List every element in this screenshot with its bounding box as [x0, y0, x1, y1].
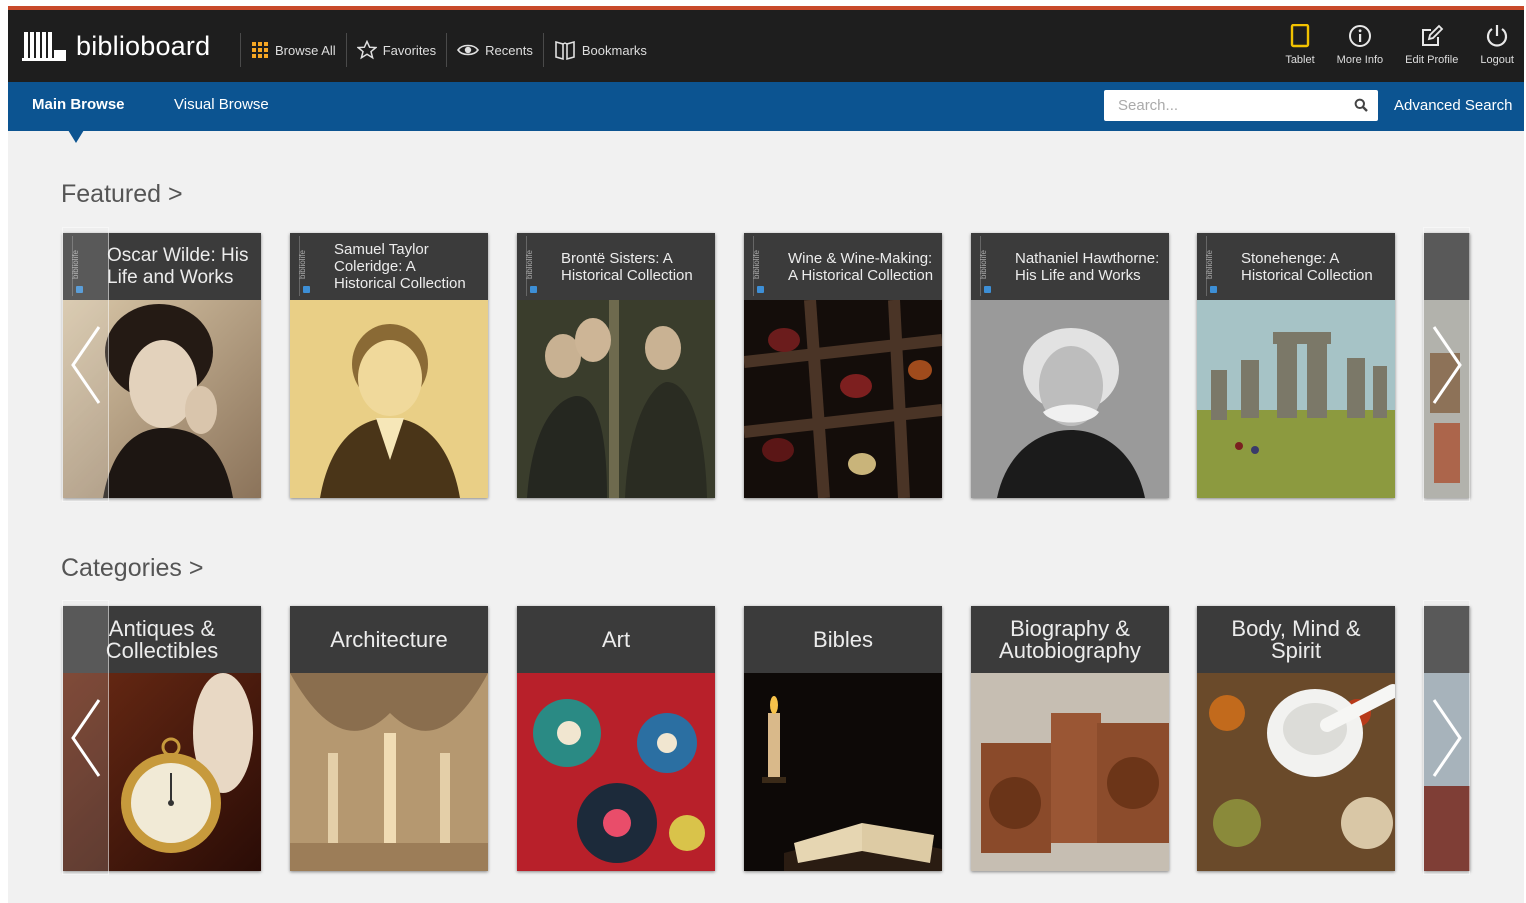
search-box — [1104, 90, 1378, 121]
recents-label: Recents — [485, 42, 533, 58]
search-input[interactable] — [1118, 91, 1354, 120]
bookmarks-label: Bookmarks — [581, 42, 647, 58]
nav-divider — [446, 33, 448, 67]
featured-card[interactable]: bibliolife Samuel Taylor Coleridge: A Hi… — [290, 233, 488, 498]
card-header: Bibles — [744, 606, 942, 673]
edit-profile-button[interactable]: Edit Profile — [1405, 24, 1458, 66]
card-header: bibliolife Nathaniel Hawthorne: His Life… — [971, 233, 1169, 300]
chevron-left-icon — [71, 699, 101, 777]
category-card[interactable]: Biography & Autobiography — [971, 606, 1169, 871]
portrait-image — [290, 300, 488, 498]
favorites-label: Favorites — [382, 42, 437, 58]
browse-bar: Main Browse Visual Browse Advanced Searc… — [8, 82, 1524, 131]
favorites-link[interactable]: Favorites — [356, 33, 437, 67]
edit-profile-label: Edit Profile — [1405, 54, 1459, 66]
bibliolife-spine: bibliolife — [525, 236, 544, 296]
category-card[interactable]: Architecture — [290, 606, 488, 871]
main-nav: Browse All Favorites Recents Bookmarks — [230, 32, 647, 68]
bibliolife-spine: bibliolife — [1205, 236, 1224, 296]
category-title: Biography & Autobiography — [999, 615, 1141, 663]
grid-icon — [252, 42, 268, 58]
eye-icon — [457, 44, 480, 56]
logo[interactable]: biblioboard — [22, 28, 210, 64]
wine-rack-image — [744, 300, 942, 498]
featured-prev-arrow[interactable] — [62, 227, 109, 502]
card-header: bibliolife Stonehenge: A Historical Coll… — [1197, 233, 1395, 300]
edit-icon — [1421, 24, 1444, 46]
card-header: bibliolife Brontë Sisters: A Historical … — [517, 233, 715, 300]
library-books-icon — [22, 32, 66, 61]
vaulted-hall-image — [290, 673, 488, 871]
logo-text: biblioboard — [76, 30, 211, 61]
search-icon[interactable] — [1354, 98, 1368, 112]
bibliolife-spine: bibliolife — [298, 236, 317, 296]
logout-label: Logout — [1480, 54, 1514, 66]
painting-image — [517, 300, 715, 498]
stonehenge-image — [1197, 300, 1395, 498]
abstract-art-image — [517, 673, 715, 871]
featured-card[interactable]: bibliolife Stonehenge: A Historical Coll… — [1197, 233, 1395, 498]
bookmarks-link[interactable]: Bookmarks — [554, 33, 647, 67]
top-bar: biblioboard Browse All Favorites Recents… — [8, 10, 1524, 82]
featured-heading[interactable]: Featured > — [61, 180, 183, 209]
category-title: Body, Mind & Spirit — [1231, 615, 1361, 663]
categories-prev-arrow[interactable] — [62, 600, 109, 875]
tablet-icon — [1290, 24, 1310, 48]
card-title: Brontë Sisters: A Historical Collection — [561, 249, 693, 284]
tablet-button[interactable]: Tablet — [1285, 24, 1315, 66]
card-header: Body, Mind & Spirit — [1197, 606, 1395, 673]
wooden-type-image — [971, 673, 1169, 871]
info-icon — [1348, 25, 1371, 47]
card-header: bibliolife Wine & Wine-Making: A Histori… — [744, 233, 942, 300]
card-title: Oscar Wilde: His Life and Works — [107, 244, 249, 288]
chevron-right-icon — [1432, 699, 1462, 777]
featured-next-arrow[interactable] — [1423, 227, 1470, 502]
user-tools: Tablet More Info Edit Profile Logout — [1263, 24, 1514, 66]
nav-divider — [345, 33, 347, 67]
featured-card[interactable]: bibliolife Wine & Wine-Making: A Histori… — [744, 233, 942, 498]
chevron-left-icon — [71, 326, 101, 404]
card-header: Art — [517, 606, 715, 673]
card-header: Architecture — [290, 606, 488, 673]
more-info-button[interactable]: More Info — [1337, 24, 1383, 66]
card-title: Samuel Taylor Coleridge: A Historical Co… — [334, 241, 466, 292]
open-bible-image — [744, 673, 942, 871]
featured-card[interactable]: bibliolife Brontë Sisters: A Historical … — [517, 233, 715, 498]
book-open-icon — [555, 40, 575, 61]
more-info-label: More Info — [1336, 54, 1384, 66]
card-title: Stonehenge: A Historical Collection — [1241, 249, 1373, 284]
star-icon — [356, 40, 377, 60]
active-tab-pointer — [68, 130, 84, 143]
tablet-label: Tablet — [1285, 54, 1315, 66]
card-header: Biography & Autobiography — [971, 606, 1169, 673]
portrait-image — [971, 300, 1169, 498]
logout-button[interactable]: Logout — [1480, 24, 1514, 66]
nav-divider — [542, 33, 544, 67]
app-frame: biblioboard Browse All Favorites Recents… — [8, 6, 1524, 903]
browse-all-label: Browse All — [275, 42, 336, 58]
chevron-right-icon — [1432, 326, 1462, 404]
category-title: Bibles — [813, 626, 873, 652]
category-card[interactable]: Bibles — [744, 606, 942, 871]
category-card[interactable]: Art — [517, 606, 715, 871]
browse-all-link[interactable]: Browse All — [251, 33, 336, 67]
category-title: Architecture — [330, 626, 448, 652]
categories-next-arrow[interactable] — [1423, 600, 1470, 875]
bibliolife-spine: bibliolife — [979, 236, 998, 296]
card-title: Nathaniel Hawthorne: His Life and Works — [1015, 249, 1160, 284]
card-header: bibliolife Samuel Taylor Coleridge: A Hi… — [290, 233, 488, 300]
power-icon — [1487, 25, 1508, 47]
categories-heading[interactable]: Categories > — [61, 554, 203, 583]
category-card[interactable]: Body, Mind & Spirit — [1197, 606, 1395, 871]
recents-link[interactable]: Recents — [457, 33, 533, 67]
bibliolife-spine: bibliolife — [752, 236, 771, 296]
card-title: Wine & Wine-Making: A Historical Collect… — [788, 249, 934, 284]
advanced-search-link[interactable]: Advanced Search — [1394, 97, 1512, 114]
tab-visual-browse[interactable]: Visual Browse — [174, 96, 269, 113]
category-title: Art — [601, 626, 631, 652]
featured-card[interactable]: bibliolife Nathaniel Hawthorne: His Life… — [971, 233, 1169, 498]
herbs-mortar-image — [1197, 673, 1395, 871]
nav-divider — [240, 33, 241, 67]
tab-main-browse[interactable]: Main Browse — [32, 96, 125, 113]
